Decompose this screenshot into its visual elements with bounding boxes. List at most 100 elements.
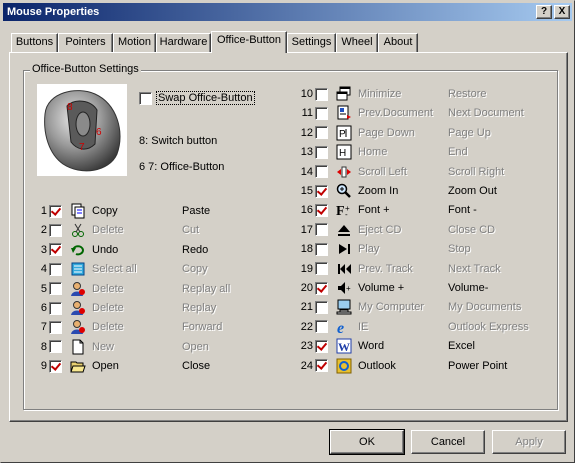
row-checkbox[interactable]: [49, 359, 62, 373]
info-switch-button: 8: Switch button: [139, 135, 218, 147]
row-checkbox[interactable]: [49, 282, 62, 296]
row-action: Delete: [92, 302, 124, 314]
row-number: 20: [300, 282, 313, 294]
row-alt-action: Replay all: [182, 282, 231, 295]
row-checkbox[interactable]: [49, 301, 62, 315]
row-action: Undo: [92, 243, 119, 256]
row-alt-action: Forward: [182, 321, 223, 334]
row-checkbox[interactable]: [315, 242, 328, 256]
row-number: 12: [300, 126, 313, 139]
row-checkbox[interactable]: [315, 165, 328, 179]
row-checkbox[interactable]: [315, 106, 328, 120]
apply-button[interactable]: Apply: [492, 430, 566, 454]
button-mapping-row: 10 Minimize Restore: [299, 85, 538, 103]
tab-settings[interactable]: Settings: [287, 33, 336, 52]
row-checkbox[interactable]: [315, 184, 328, 198]
row-number: 14: [300, 165, 313, 178]
svg-text:+: +: [346, 284, 351, 293]
row-number: 2: [40, 224, 47, 237]
row-checkbox[interactable]: [315, 87, 328, 101]
zoom-icon: [336, 183, 352, 199]
scissors-icon: [70, 222, 86, 238]
close-button[interactable]: X: [554, 5, 570, 19]
row-action: My Computer: [358, 301, 425, 314]
row-number: 19: [300, 262, 313, 275]
title-bar[interactable]: Mouse Properties ? X: [3, 3, 572, 21]
row-action: Prev.Document: [358, 107, 433, 120]
row-checkbox[interactable]: [49, 262, 62, 276]
row-action: Volume +: [358, 282, 405, 294]
row-checkbox[interactable]: [49, 340, 62, 354]
button-mapping-row: 14 Scroll Left Scroll Right: [299, 163, 538, 181]
row-checkbox[interactable]: [315, 281, 328, 295]
ok-button[interactable]: OK: [329, 429, 405, 455]
row-number: 23: [300, 340, 313, 353]
swap-checkbox[interactable]: [139, 91, 152, 105]
button-mapping-row: 16 F + - Font + Font -: [299, 201, 538, 219]
row-checkbox[interactable]: [315, 339, 328, 353]
row-checkbox[interactable]: [49, 320, 62, 334]
row-action: Outlook: [358, 359, 396, 372]
undo-icon: [70, 242, 86, 258]
row-action: IE: [358, 320, 369, 333]
mouse-properties-window: Mouse Properties ? X Buttons Pointers Mo…: [0, 0, 575, 463]
row-alt-action: Close: [182, 360, 211, 373]
open-folder-icon: [70, 358, 86, 374]
row-number: 22: [300, 320, 313, 333]
button-mapping-row: 21 My Computer My Documents: [299, 298, 538, 316]
row-checkbox[interactable]: [49, 223, 62, 237]
window-icon: [336, 86, 352, 102]
mouse-picture: 8 6 7: [37, 84, 127, 176]
button-mapping-row: 6 Delete Replay: [37, 299, 272, 317]
row-number: 11: [301, 107, 313, 120]
button-mapping-row: 9 Open Close: [37, 357, 272, 375]
button-mapping-row: 19 Prev. Track Next Track: [299, 260, 538, 278]
prev-track-icon: [336, 261, 352, 277]
row-number: 16: [300, 204, 313, 217]
row-action: Prev. Track: [358, 262, 413, 275]
row-alt-action: Zoom Out: [448, 185, 497, 197]
row-checkbox[interactable]: [315, 223, 328, 237]
swap-office-button[interactable]: Swap Office-Button: [139, 91, 255, 105]
row-number: 9: [40, 360, 47, 373]
row-number: 13: [300, 146, 313, 159]
tab-office-button[interactable]: Office-Button: [211, 31, 287, 53]
scroll-icon: [336, 164, 352, 180]
row-checkbox[interactable]: [315, 320, 328, 334]
row-checkbox[interactable]: [315, 145, 328, 159]
row-checkbox[interactable]: [315, 262, 328, 276]
row-alt-action: Outlook Express: [448, 320, 529, 333]
row-checkbox[interactable]: [315, 359, 328, 373]
row-action: Play: [358, 243, 380, 256]
tab-wheel[interactable]: Wheel: [336, 33, 378, 52]
tab-pointers[interactable]: Pointers: [58, 33, 113, 52]
row-alt-action: Copy: [182, 263, 208, 276]
tab-buttons[interactable]: Buttons: [11, 33, 58, 52]
tab-about[interactable]: About: [378, 33, 418, 52]
row-checkbox[interactable]: [49, 204, 62, 218]
tab-motion[interactable]: Motion: [113, 33, 156, 52]
row-number: 1: [40, 205, 47, 217]
svg-text:-: -: [345, 210, 348, 218]
row-action: Delete: [92, 282, 124, 295]
row-checkbox[interactable]: [49, 243, 62, 257]
cancel-button[interactable]: Cancel: [411, 430, 485, 454]
row-action: Word: [358, 340, 385, 353]
row-number: 10: [300, 88, 313, 100]
row-number: 4: [40, 263, 47, 276]
button-mapping-row: 23 W Word Excel: [299, 337, 538, 355]
row-action: Open: [92, 360, 119, 373]
button-mapping-row: 4 Select all Copy: [37, 260, 272, 278]
button-mapping-row: 7 Delete Forward: [37, 318, 272, 336]
row-alt-action: Replay: [182, 302, 217, 314]
row-checkbox[interactable]: [315, 300, 328, 314]
row-checkbox[interactable]: [315, 126, 328, 140]
button-mapping-row: 1 Copy Paste: [37, 202, 272, 220]
help-button[interactable]: ?: [536, 5, 552, 19]
row-action: Delete: [92, 321, 124, 334]
row-alt-action: Scroll Right: [448, 165, 505, 178]
tab-hardware[interactable]: Hardware: [156, 33, 211, 52]
row-alt-action: Redo: [182, 243, 209, 256]
row-checkbox[interactable]: [315, 203, 328, 217]
word-icon: W: [336, 338, 352, 354]
